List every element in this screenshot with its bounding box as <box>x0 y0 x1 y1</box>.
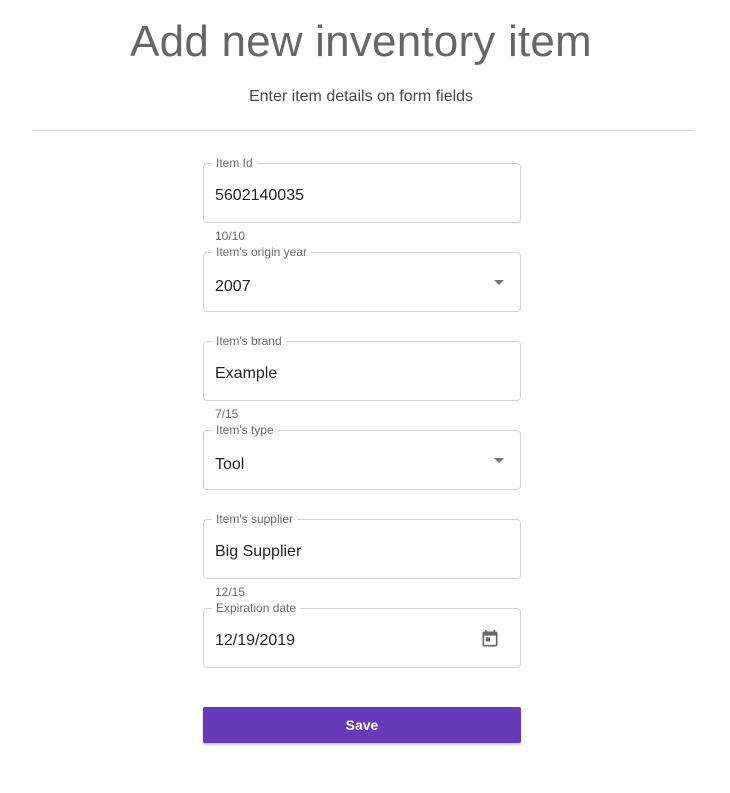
header-divider <box>32 130 693 131</box>
item-id-label: Item Id <box>212 155 257 171</box>
supplier-field[interactable]: Item's supplier Big Supplier <box>203 511 521 579</box>
supplier-value[interactable]: Big Supplier <box>215 541 301 563</box>
origin-year-value[interactable]: 2007 <box>215 276 251 298</box>
brand-value[interactable]: Example <box>215 363 277 385</box>
expiration-date-field[interactable]: Expiration date 12/19/2019 <box>203 600 521 668</box>
dropdown-arrow-icon[interactable] <box>494 280 504 285</box>
item-id-counter: 10/10 <box>215 229 246 243</box>
page-subtitle: Enter item details on form fields <box>248 88 474 105</box>
save-button[interactable]: Save <box>203 707 521 743</box>
page-title: Add new inventory item <box>130 17 592 66</box>
supplier-counter: 12/15 <box>215 585 246 599</box>
origin-year-select[interactable]: Item's origin year 2007 <box>203 244 521 312</box>
item-id-value[interactable]: 5602140035 <box>215 185 304 207</box>
type-label: Item's type <box>212 422 278 438</box>
calendar-icon[interactable] <box>480 629 500 649</box>
origin-year-label: Item's origin year <box>212 244 311 260</box>
brand-label: Item's brand <box>212 333 286 349</box>
item-id-field[interactable]: Item Id 5602140035 <box>203 155 521 223</box>
expiration-date-value[interactable]: 12/19/2019 <box>215 630 295 652</box>
expiration-date-label: Expiration date <box>212 600 301 616</box>
brand-counter: 7/15 <box>215 407 239 421</box>
supplier-label: Item's supplier <box>212 511 297 527</box>
dropdown-arrow-icon[interactable] <box>494 458 504 463</box>
type-value[interactable]: Tool <box>215 454 244 476</box>
type-select[interactable]: Item's type Tool <box>203 422 521 490</box>
brand-field[interactable]: Item's brand Example <box>203 333 521 401</box>
